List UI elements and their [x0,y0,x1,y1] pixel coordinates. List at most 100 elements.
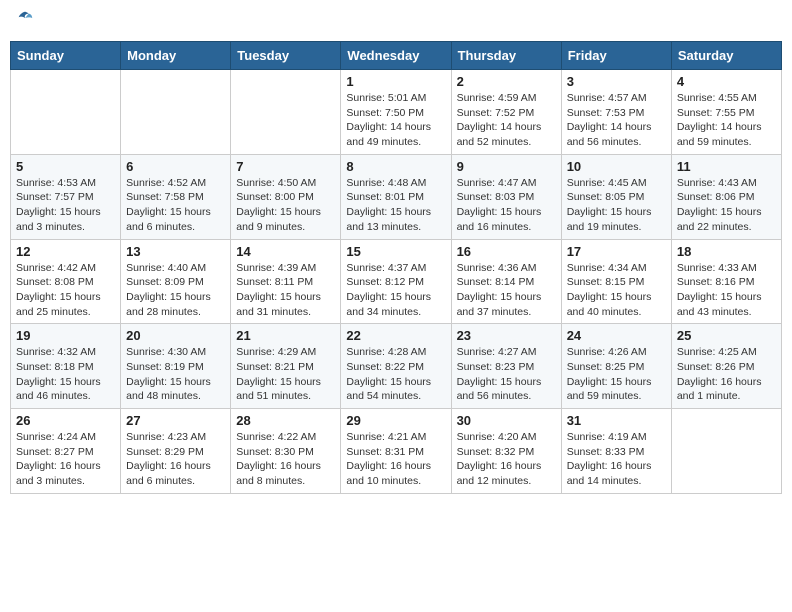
calendar-week-row: 26 Sunrise: 4:24 AMSunset: 8:27 PMDayligh… [11,409,782,494]
day-of-week-header: Tuesday [231,42,341,70]
day-number: 18 [677,244,776,259]
day-sun-info: Sunrise: 4:30 AMSunset: 8:19 PMDaylight:… [126,345,225,404]
day-sun-info: Sunrise: 4:39 AMSunset: 8:11 PMDaylight:… [236,261,335,320]
day-number: 30 [457,413,556,428]
day-number: 16 [457,244,556,259]
day-number: 6 [126,159,225,174]
day-sun-info: Sunrise: 4:33 AMSunset: 8:16 PMDaylight:… [677,261,776,320]
day-number: 19 [16,328,115,343]
calendar-cell: 30 Sunrise: 4:20 AMSunset: 8:32 PMDayligh… [451,409,561,494]
day-number: 25 [677,328,776,343]
day-number: 7 [236,159,335,174]
day-sun-info: Sunrise: 4:26 AMSunset: 8:25 PMDaylight:… [567,345,666,404]
day-of-week-header: Friday [561,42,671,70]
calendar-cell: 10 Sunrise: 4:45 AMSunset: 8:05 PMDayligh… [561,154,671,239]
day-sun-info: Sunrise: 4:42 AMSunset: 8:08 PMDaylight:… [16,261,115,320]
day-number: 31 [567,413,666,428]
day-number: 4 [677,74,776,89]
calendar-cell: 23 Sunrise: 4:27 AMSunset: 8:23 PMDayligh… [451,324,561,409]
day-number: 23 [457,328,556,343]
day-number: 22 [346,328,445,343]
day-number: 13 [126,244,225,259]
calendar-cell: 27Sunrise: 4:23 AMSunset: 8:29 PMDayligh… [121,409,231,494]
day-sun-info: Sunrise: 4:45 AMSunset: 8:05 PMDaylight:… [567,176,666,235]
calendar-cell: 20 Sunrise: 4:30 AMSunset: 8:19 PMDayligh… [121,324,231,409]
calendar-cell: 14 Sunrise: 4:39 AMSunset: 8:11 PMDayligh… [231,239,341,324]
logo [14,10,36,33]
day-sun-info: Sunrise: 4:43 AMSunset: 8:06 PMDaylight:… [677,176,776,235]
calendar-cell: 11 Sunrise: 4:43 AMSunset: 8:06 PMDayligh… [671,154,781,239]
day-sun-info: Sunrise: 4:32 AMSunset: 8:18 PMDaylight:… [16,345,115,404]
day-number: 10 [567,159,666,174]
day-sun-info: Sunrise: 4:37 AMSunset: 8:12 PMDaylight:… [346,261,445,320]
day-number: 15 [346,244,445,259]
calendar-cell: 7 Sunrise: 4:50 AMSunset: 8:00 PMDaylight… [231,154,341,239]
day-number: 9 [457,159,556,174]
calendar-cell: 2Sunrise: 4:59 AMSunset: 7:52 PMDaylight… [451,70,561,155]
day-sun-info: Sunrise: 4:24 AMSunset: 8:27 PMDaylight:… [16,430,115,489]
calendar-week-row: 12 Sunrise: 4:42 AMSunset: 8:08 PMDayligh… [11,239,782,324]
calendar-cell: 18 Sunrise: 4:33 AMSunset: 8:16 PMDayligh… [671,239,781,324]
calendar-cell: 1Sunrise: 5:01 AMSunset: 7:50 PMDaylight… [341,70,451,155]
day-number: 12 [16,244,115,259]
calendar-cell: 3 Sunrise: 4:57 AMSunset: 7:53 PMDaylight… [561,70,671,155]
calendar-cell: 13Sunrise: 4:40 AMSunset: 8:09 PMDayligh… [121,239,231,324]
day-of-week-header: Thursday [451,42,561,70]
calendar-cell: 17 Sunrise: 4:34 AMSunset: 8:15 PMDayligh… [561,239,671,324]
calendar-cell: 22 Sunrise: 4:28 AMSunset: 8:22 PMDayligh… [341,324,451,409]
calendar-week-row: 1Sunrise: 5:01 AMSunset: 7:50 PMDaylight… [11,70,782,155]
day-number: 27 [126,413,225,428]
day-sun-info: Sunrise: 4:25 AMSunset: 8:26 PMDaylight:… [677,345,776,404]
calendar-cell: 12 Sunrise: 4:42 AMSunset: 8:08 PMDayligh… [11,239,121,324]
day-number: 2 [457,74,556,89]
calendar-cell: 29 Sunrise: 4:21 AMSunset: 8:31 PMDayligh… [341,409,451,494]
day-sun-info: Sunrise: 4:22 AMSunset: 8:30 PMDaylight:… [236,430,335,489]
calendar-cell: 24 Sunrise: 4:26 AMSunset: 8:25 PMDayligh… [561,324,671,409]
day-sun-info: Sunrise: 4:52 AMSunset: 7:58 PMDaylight:… [126,176,225,235]
day-number: 14 [236,244,335,259]
day-number: 26 [16,413,115,428]
day-of-week-header: Monday [121,42,231,70]
day-number: 20 [126,328,225,343]
calendar-week-row: 19 Sunrise: 4:32 AMSunset: 8:18 PMDayligh… [11,324,782,409]
calendar-cell [671,409,781,494]
day-number: 29 [346,413,445,428]
day-number: 5 [16,159,115,174]
day-sun-info: Sunrise: 4:55 AMSunset: 7:55 PMDaylight:… [677,91,776,150]
calendar-cell: 9 Sunrise: 4:47 AMSunset: 8:03 PMDaylight… [451,154,561,239]
day-of-week-header: Wednesday [341,42,451,70]
logo-bird-icon [16,10,34,28]
calendar-cell: 16 Sunrise: 4:36 AMSunset: 8:14 PMDayligh… [451,239,561,324]
calendar-cell: 19 Sunrise: 4:32 AMSunset: 8:18 PMDayligh… [11,324,121,409]
calendar-cell: 4 Sunrise: 4:55 AMSunset: 7:55 PMDaylight… [671,70,781,155]
day-sun-info: Sunrise: 4:20 AMSunset: 8:32 PMDaylight:… [457,430,556,489]
calendar-cell: 5 Sunrise: 4:53 AMSunset: 7:57 PMDaylight… [11,154,121,239]
day-of-week-header: Saturday [671,42,781,70]
day-sun-info: Sunrise: 4:19 AMSunset: 8:33 PMDaylight:… [567,430,666,489]
day-number: 28 [236,413,335,428]
calendar-header-row: SundayMondayTuesdayWednesdayThursdayFrid… [11,42,782,70]
day-sun-info: Sunrise: 4:21 AMSunset: 8:31 PMDaylight:… [346,430,445,489]
day-sun-info: Sunrise: 4:36 AMSunset: 8:14 PMDaylight:… [457,261,556,320]
calendar-cell [231,70,341,155]
day-sun-info: Sunrise: 4:48 AMSunset: 8:01 PMDaylight:… [346,176,445,235]
day-number: 24 [567,328,666,343]
day-sun-info: Sunrise: 4:47 AMSunset: 8:03 PMDaylight:… [457,176,556,235]
day-number: 11 [677,159,776,174]
calendar-table: SundayMondayTuesdayWednesdayThursdayFrid… [10,41,782,494]
calendar-cell: 31 Sunrise: 4:19 AMSunset: 8:33 PMDayligh… [561,409,671,494]
day-number: 17 [567,244,666,259]
day-sun-info: Sunrise: 4:57 AMSunset: 7:53 PMDaylight:… [567,91,666,150]
calendar-cell: 28 Sunrise: 4:22 AMSunset: 8:30 PMDayligh… [231,409,341,494]
day-number: 3 [567,74,666,89]
calendar-cell: 8 Sunrise: 4:48 AMSunset: 8:01 PMDaylight… [341,154,451,239]
day-number: 8 [346,159,445,174]
calendar-cell [11,70,121,155]
day-sun-info: Sunrise: 4:53 AMSunset: 7:57 PMDaylight:… [16,176,115,235]
day-number: 1 [346,74,445,89]
day-sun-info: Sunrise: 4:50 AMSunset: 8:00 PMDaylight:… [236,176,335,235]
day-sun-info: Sunrise: 4:34 AMSunset: 8:15 PMDaylight:… [567,261,666,320]
calendar-cell: 26 Sunrise: 4:24 AMSunset: 8:27 PMDayligh… [11,409,121,494]
day-sun-info: Sunrise: 4:27 AMSunset: 8:23 PMDaylight:… [457,345,556,404]
day-sun-info: Sunrise: 4:28 AMSunset: 8:22 PMDaylight:… [346,345,445,404]
